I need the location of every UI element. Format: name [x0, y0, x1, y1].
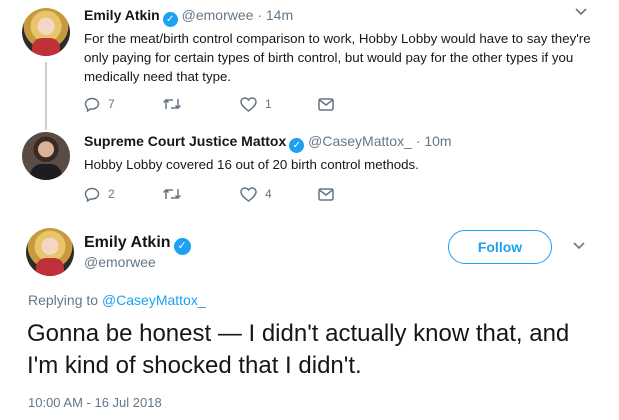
retweet-icon — [162, 98, 182, 110]
follow-button[interactable]: Follow — [448, 230, 552, 264]
author-handle[interactable]: @emorwee — [182, 7, 254, 23]
reply-count: 2 — [108, 187, 115, 201]
verified-badge-icon: ✓ — [289, 138, 305, 153]
like-count: 1 — [265, 97, 272, 111]
verified-badge-icon: ✓ — [173, 238, 191, 255]
dm-action[interactable] — [318, 187, 396, 201]
author-name[interactable]: Emily Atkin — [84, 234, 171, 251]
main-tweet-text: Gonna be honest — I didn't actually know… — [27, 320, 570, 379]
tweet-text: Hobby Lobby covered 16 out of 20 birth c… — [84, 157, 419, 172]
like-action[interactable]: 1 — [240, 96, 318, 112]
tweet-header: Supreme Court Justice Mattox ✓ @CaseyMatt… — [84, 132, 599, 153]
avatar[interactable] — [22, 8, 70, 56]
avatar[interactable] — [22, 132, 70, 180]
reply-count: 7 — [108, 97, 115, 111]
envelope-icon — [318, 187, 334, 201]
main-author-name: Emily Atkin ✓ — [84, 234, 191, 255]
replying-to: Replying to @CaseyMattox_ — [28, 292, 206, 308]
like-count: 4 — [265, 187, 272, 201]
thread-tweet-1[interactable]: Emily Atkin ✓ @emorwee · 14m For the meat… — [0, 0, 619, 128]
heart-icon — [240, 186, 257, 202]
author-name[interactable]: Supreme Court Justice Mattox — [84, 133, 286, 149]
separator-dot: · — [257, 7, 262, 23]
tweet-time[interactable]: 10m — [424, 133, 451, 149]
like-action[interactable]: 4 — [240, 186, 318, 202]
retweet-icon — [162, 188, 182, 200]
author-name[interactable]: Emily Atkin — [84, 7, 160, 23]
replying-to-link[interactable]: @CaseyMattox_ — [102, 292, 206, 308]
tweet-timestamp[interactable]: 10:00 AM - 16 Jul 2018 — [28, 395, 162, 410]
heart-icon — [240, 96, 257, 112]
tweet-header: Emily Atkin ✓ @emorwee · 14m — [84, 6, 599, 27]
thread-tweet-2[interactable]: Supreme Court Justice Mattox ✓ @CaseyMatt… — [0, 128, 619, 220]
retweet-action[interactable] — [162, 187, 240, 201]
reply-icon — [84, 97, 100, 112]
retweet-action[interactable] — [162, 97, 240, 111]
chevron-down-icon[interactable] — [575, 8, 587, 16]
tweet-actions: 7 1 — [84, 94, 396, 114]
separator-dot: · — [415, 133, 421, 149]
verified-badge-icon: ✓ — [162, 12, 178, 27]
tweet-time[interactable]: 14m — [266, 7, 293, 23]
reply-action[interactable]: 7 — [84, 97, 162, 112]
replying-label: Replying to — [28, 292, 99, 308]
reply-icon — [84, 187, 100, 202]
dm-action[interactable] — [318, 97, 396, 111]
author-handle[interactable]: @emorwee — [84, 254, 156, 270]
envelope-icon — [318, 97, 334, 111]
tweet-actions: 2 4 — [84, 184, 396, 204]
chevron-down-icon[interactable] — [573, 242, 585, 250]
main-tweet: Emily Atkin ✓ @emorwee Follow Replying to… — [0, 220, 619, 420]
tweet-text: For the meat/birth control comparison to… — [84, 31, 591, 84]
reply-action[interactable]: 2 — [84, 187, 162, 202]
author-handle[interactable]: @CaseyMattox_ — [308, 133, 412, 149]
avatar[interactable] — [26, 228, 74, 276]
